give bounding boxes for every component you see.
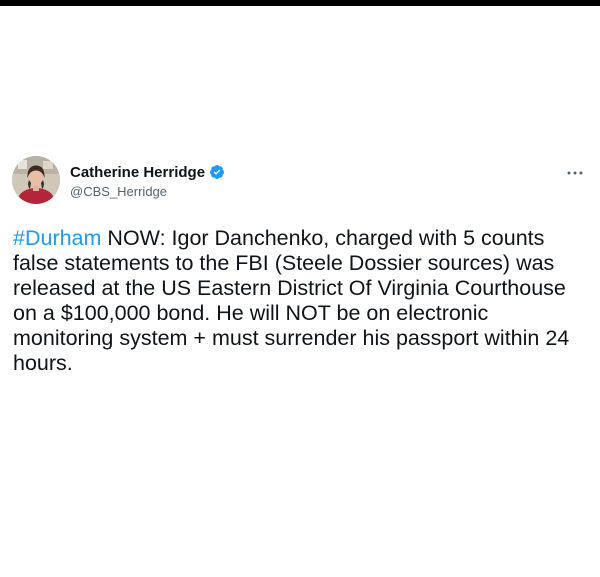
top-border <box>0 0 600 6</box>
user-block: Catherine Herridge @CBS_Herridge <box>70 162 225 199</box>
tweet-header: Catherine Herridge @CBS_Herridge <box>12 150 592 210</box>
verified-badge-icon <box>209 164 225 180</box>
tweet-text: #Durham NOW: Igor Danchenko, charged wit… <box>12 226 583 376</box>
avatar[interactable] <box>12 156 60 204</box>
display-name[interactable]: Catherine Herridge <box>70 164 205 181</box>
more-options-icon[interactable] <box>564 166 586 178</box>
avatar-image <box>12 156 60 204</box>
name-row: Catherine Herridge <box>70 162 225 182</box>
user-handle[interactable]: @CBS_Herridge <box>70 184 225 199</box>
hashtag-link[interactable]: #Durham <box>13 226 101 250</box>
tweet-card: Catherine Herridge @CBS_Herridge #Durham… <box>12 150 592 376</box>
